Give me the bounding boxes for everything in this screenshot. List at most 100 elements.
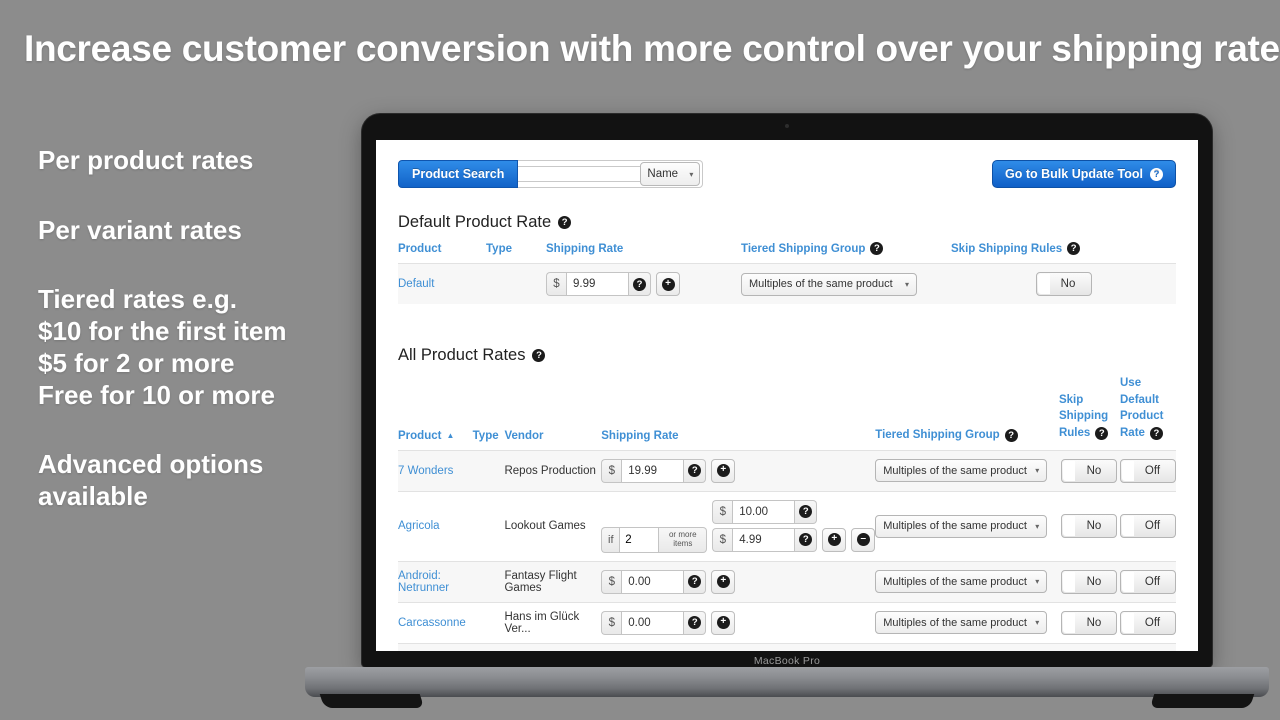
skip-shipping-rules-toggle[interactable]: No [1035,272,1092,296]
table-row: Carcassonne Hans im Glück Ver... $? + Multip… [398,601,1176,644]
bullet-line: $10 for the first item [38,316,287,347]
feature-bullet: Advanced options available [38,449,368,512]
skip-shipping-rules-toggle[interactable]: No [1061,610,1118,635]
remove-tier-button[interactable]: – [851,527,876,552]
tiered-shipping-group-select[interactable]: Multiples of the same product ▾ [875,514,1048,538]
tiered-shipping-group-select[interactable]: Multiples of the same product ▾ [741,272,917,296]
cell-vendor: Fantasy Flight Games [504,560,602,603]
rate-help-icon-box[interactable]: ? [795,499,818,524]
product-link[interactable]: Default [398,278,434,290]
rate-line: $? + [601,610,875,635]
col-product[interactable]: Product ▲ [398,375,473,450]
tiered-shipping-group-value: Multiples of the same product [883,616,1027,629]
cell-type [472,449,505,492]
cell-use-default-product-rate: Off [1120,490,1176,562]
cell-tiered-shipping-group: Multiples of the same product ▾ [875,601,1059,644]
rate-line: $? + [601,569,875,594]
help-icon[interactable]: ? [1004,428,1018,442]
laptop-foot-left [319,694,425,708]
cell-product: Carcassonne [398,601,473,644]
chevron-down-icon: ▾ [1035,521,1040,531]
vendor-line: Fantasy Flight [504,569,577,582]
tiered-shipping-group-select[interactable]: Multiples of the same product ▾ [875,570,1048,594]
plus-icon: + [661,277,675,291]
currency-symbol: $ [712,499,733,524]
help-icon[interactable]: ? [1095,426,1109,440]
cell-use-default-product-rate: Off [1120,642,1176,651]
rate-input[interactable] [621,610,685,635]
rate-help-icon-box[interactable]: ? [629,272,651,296]
table-row: Android:Netrunner Fantasy FlightGames$?+M… [398,560,1176,603]
rate-line: $? [601,499,875,524]
bullet-line: Advanced options [38,449,264,480]
use-default-product-rate-toggle[interactable]: Off [1120,569,1176,594]
add-tier-button[interactable]: + [656,272,680,296]
rate-help-icon-box[interactable]: ? [684,569,707,594]
laptop-base [305,667,1269,697]
product-search-input[interactable] [518,166,642,182]
default-product-rate-table: Product Type Shipping Rate Tiered Shippi… [398,242,1176,304]
product-search-button[interactable]: Product Search [398,160,519,188]
currency-symbol: $ [601,458,622,483]
tiered-shipping-group-select[interactable]: Multiples of the same product ▾ [875,459,1048,483]
laptop-screen: Product Search Name ▾ Go to Bulk Update … [376,140,1198,651]
product-link[interactable]: Android: [398,570,473,582]
rate-help-icon-box[interactable]: ? [684,458,707,483]
tiered-shipping-group-select[interactable]: Multiples of the same product ▾ [875,611,1048,635]
product-link[interactable]: Carcassonne [398,617,473,629]
help-icon[interactable]: ? [1149,426,1163,440]
product-link[interactable]: 7 Wonders [398,465,473,477]
help-icon[interactable]: ? [870,242,884,255]
use-default-product-rate-toggle[interactable]: Off [1120,458,1176,483]
rate-input[interactable] [732,499,796,524]
rate-input-group: $? [712,499,818,524]
tier-quantity-input[interactable] [619,526,660,553]
shipping-rates-app: Product Search Name ▾ Go to Bulk Update … [376,140,1198,651]
bulk-update-label: Go to Bulk Update Tool [1005,167,1143,181]
rate-help-icon-box[interactable]: ? [795,527,818,552]
cell-shipping-rate: $? + [601,560,876,603]
rate-line: if or moreitems$? + – [601,526,876,553]
skip-shipping-rules-toggle[interactable]: No [1061,458,1118,483]
use-default-product-rate-toggle[interactable]: Off [1120,610,1176,635]
product-link[interactable]: Agricola [398,520,473,532]
help-icon[interactable]: ? [532,349,546,362]
help-icon[interactable]: ? [1067,242,1081,255]
skip-shipping-rules-value: No [1086,520,1102,533]
add-tier-button[interactable]: + [711,569,736,594]
add-tier-button[interactable]: + [822,527,847,552]
rate-input[interactable] [732,527,796,552]
add-tier-button[interactable]: + [711,458,736,483]
cell-use-default-product-rate: Off [1120,449,1176,492]
chevron-down-icon: ▾ [904,279,909,289]
help-icon[interactable]: ? [558,216,572,229]
cell-skip-shipping-rules: No [951,263,1176,304]
skip-shipping-rules-toggle[interactable]: No [1061,514,1118,539]
col-skip-shipping-rules: Skip Shipping Rules ? [951,242,1176,264]
rate-input[interactable] [621,458,685,483]
table-row: Agricola Lookout Games $? if or moreitems$? +… [398,490,1176,562]
rate-help-icon-box[interactable]: ? [684,610,707,635]
search-field-select[interactable]: Name ▾ [640,162,701,186]
cell-skip-shipping-rules: No [1058,601,1120,644]
app-toolbar: Product Search Name ▾ Go to Bulk Update … [398,160,1176,188]
rate-input[interactable] [621,569,685,594]
use-default-product-rate-toggle[interactable]: Off [1120,514,1176,539]
table-header-row: Product Type Shipping Rate Tiered Shippi… [398,242,1176,264]
go-to-bulk-update-tool-button[interactable]: Go to Bulk Update Tool ? [992,160,1176,188]
bullet-line: available [38,481,148,512]
cell-vendor: Lookout Games [504,490,602,562]
use-default-product-rate-value: Off [1144,575,1161,588]
col-shipping-rate: Shipping Rate [546,243,624,255]
laptop-mockup: Product Search Name ▾ Go to Bulk Update … [305,114,1269,708]
vendor-line: Lookout Games [504,520,586,533]
add-tier-button[interactable]: + [711,610,736,635]
col-use-line: Default [1120,393,1159,406]
cell-product: Android: Netrunner [398,560,473,603]
table-header-row: Product ▲ Type Vendor Shipping Rate Tier… [398,375,1176,450]
skip-shipping-rules-toggle[interactable]: No [1061,569,1118,594]
product-link[interactable]: Netrunner [398,582,473,594]
help-icon[interactable]: ? [1150,167,1163,181]
col-skip-line: Skip [1058,393,1084,406]
rate-input[interactable] [566,272,629,296]
